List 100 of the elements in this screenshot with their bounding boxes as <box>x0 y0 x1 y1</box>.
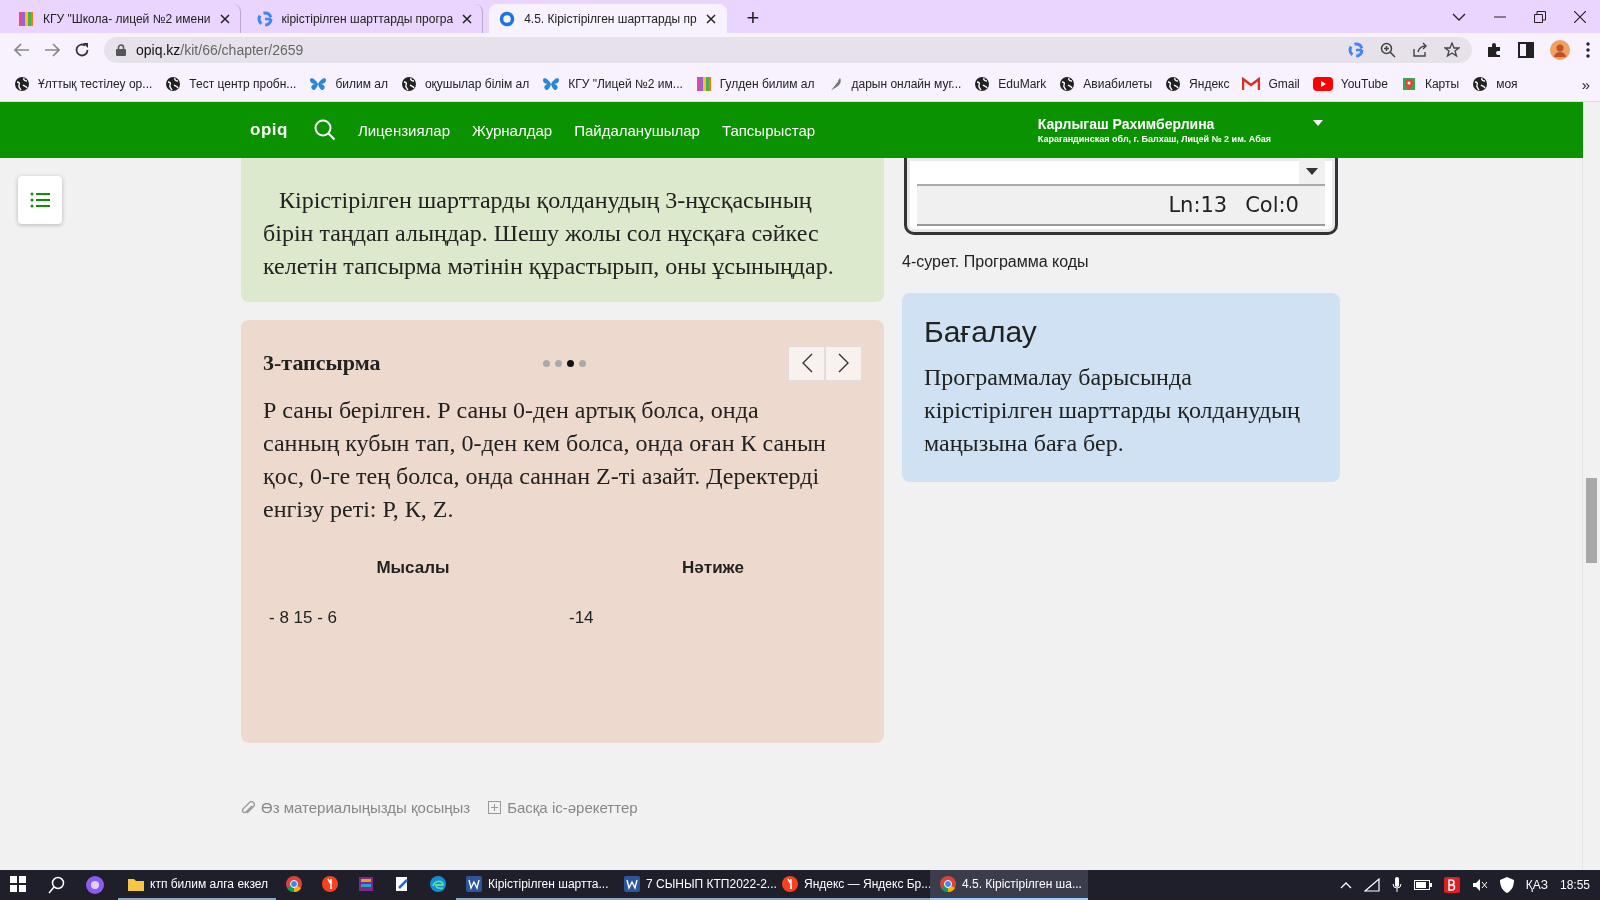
star-icon[interactable] <box>1444 42 1460 58</box>
windows-logo-icon <box>10 876 26 892</box>
clock[interactable]: 18:55 <box>1559 878 1590 892</box>
yandex-icon <box>782 876 798 892</box>
butterfly-icon <box>309 76 328 92</box>
chevron-up-icon[interactable] <box>1339 881 1352 889</box>
puzzle-icon[interactable] <box>1486 42 1502 58</box>
stripes-icon <box>18 10 34 27</box>
minimize-icon[interactable] <box>1494 15 1506 18</box>
dropdown-arrow-icon <box>1306 167 1318 175</box>
chrome-icon <box>286 876 302 892</box>
globe-icon <box>165 76 182 92</box>
bookmark[interactable]: моя <box>1472 76 1518 92</box>
column-header: Нәтиже <box>681 557 745 579</box>
column-header: Мысалы <box>375 557 451 579</box>
close-icon[interactable] <box>219 13 230 24</box>
document-pen-icon <box>394 876 410 892</box>
taskbar-item[interactable]: 4.5. Кірістірілген ша... <box>930 870 1088 900</box>
keyboard-language[interactable]: ҚАЗ <box>1525 878 1548 892</box>
taskbar-item[interactable]: ктп билим алга екзел <box>118 870 276 900</box>
chevron-down-icon[interactable] <box>1452 12 1466 21</box>
word-icon <box>624 876 640 892</box>
reload-icon[interactable] <box>74 42 90 58</box>
battery-icon[interactable] <box>1413 880 1432 890</box>
avatar-icon[interactable] <box>1550 40 1570 60</box>
close-icon[interactable] <box>705 13 716 24</box>
slide-dot[interactable] <box>555 359 562 367</box>
sidebar-icon[interactable] <box>1518 42 1534 58</box>
caret-down-icon[interactable] <box>1313 120 1323 126</box>
paperclip-icon <box>241 799 255 816</box>
nav-link[interactable]: Тапсырыстар <box>721 121 816 139</box>
restore-icon[interactable] <box>1534 10 1546 23</box>
nav-link[interactable]: Журналдар <box>472 121 553 139</box>
nav-link[interactable]: Лицензиялар <box>357 121 450 139</box>
search-icon[interactable] <box>48 876 66 894</box>
figure-caption: 4-сурет. Программа коды <box>902 253 1090 271</box>
zoom-icon[interactable] <box>1380 42 1396 58</box>
bookmark[interactable]: YouTube <box>1312 77 1388 91</box>
globe-icon <box>14 76 30 92</box>
close-icon[interactable] <box>1574 10 1586 23</box>
browser-tab[interactable]: 4.5. Кірістірілген шарттарды пр <box>489 4 727 33</box>
bookmark[interactable]: билим ал <box>309 76 388 92</box>
mail-icon <box>1242 77 1261 91</box>
nav-link[interactable]: Пайдаланушылар <box>574 121 700 139</box>
summary-text: Кірістірілген шарттарды қолданудың 3-нұсқасының бірін таңдап алыңдар. Шешу жолы сол нұсқаға сәйкес келетін тапсырма мәтінін құрастырып, оны ұсыныңдар. <box>263 186 835 281</box>
ring-icon <box>499 10 516 27</box>
share-icon[interactable] <box>1412 42 1428 58</box>
previous-button[interactable] <box>788 345 825 381</box>
url-path: /kit/66/chapter/2659 <box>180 42 304 58</box>
bookmark[interactable]: Гулден билим ал <box>695 76 815 92</box>
slide-dot[interactable] <box>567 359 574 367</box>
plus-square-icon <box>488 801 502 814</box>
close-icon[interactable] <box>462 13 473 24</box>
more-menu-icon[interactable] <box>1586 42 1590 58</box>
forward-icon[interactable] <box>44 43 60 57</box>
mute-icon[interactable] <box>1471 878 1488 892</box>
contents-button[interactable] <box>18 176 62 224</box>
edge-icon <box>430 876 446 892</box>
new-tab-button[interactable]: + <box>740 5 766 31</box>
globe-icon <box>1059 76 1076 92</box>
bookmark[interactable]: EduMark <box>974 76 1047 92</box>
bookmark[interactable]: Тест центр пробн... <box>165 76 297 92</box>
feather-icon <box>827 76 844 92</box>
bookmark[interactable]: Ұлттық тестілеу ор... <box>14 76 153 92</box>
globe-icon <box>400 76 417 92</box>
more-bookmarks-button[interactable]: » <box>1581 75 1590 93</box>
stripes-icon <box>695 76 712 92</box>
microphone-icon[interactable] <box>1391 877 1402 893</box>
bookmark[interactable]: Карты <box>1400 76 1460 92</box>
letter-b-icon[interactable] <box>1443 877 1460 893</box>
scrollbar[interactable] <box>1582 158 1600 870</box>
url-host: opiq.kz <box>136 42 181 58</box>
user-school: Карагандинская обл, г. Балхаш, Лицей № 2 им. Абая <box>1037 134 1271 144</box>
butterfly-icon <box>542 76 561 92</box>
play-icon <box>1312 77 1333 91</box>
map-pin-icon <box>1400 76 1417 92</box>
back-icon[interactable] <box>14 43 30 57</box>
user-name[interactable]: Карлыгаш Рахимберлина <box>1037 116 1271 132</box>
address-bar[interactable]: opiq.kz/kit/66/chapter/2659 <box>104 37 1472 63</box>
yandex-icon <box>322 876 338 892</box>
slide-dot[interactable] <box>543 359 550 367</box>
word-icon <box>466 876 482 892</box>
bookmark[interactable]: дарын онлайн муг... <box>827 76 962 92</box>
chrome-icon <box>940 876 956 892</box>
bookmark[interactable]: КГУ "Лицей №2 им... <box>542 76 683 92</box>
archive-icon <box>358 876 374 892</box>
line-number-status: Ln:13 <box>1168 193 1228 217</box>
bookmark[interactable]: Авиабилеты <box>1059 76 1153 92</box>
globe-icon <box>1165 76 1182 92</box>
taskbar-item[interactable]: Кірістірілген шартта... <box>456 870 614 900</box>
circle-icon[interactable] <box>86 876 104 894</box>
next-button[interactable] <box>825 345 862 381</box>
task-title: 3-тапсырма <box>263 350 382 376</box>
shield-icon[interactable] <box>1499 877 1514 893</box>
site-logo[interactable]: opiq <box>250 120 288 140</box>
bookmark[interactable]: Яндекс <box>1165 76 1230 92</box>
bookmark[interactable]: оқушылар білім ал <box>400 76 530 92</box>
bookmark[interactable]: Gmail <box>1242 77 1300 91</box>
folder-icon <box>128 877 144 891</box>
slide-dot[interactable] <box>579 359 586 367</box>
